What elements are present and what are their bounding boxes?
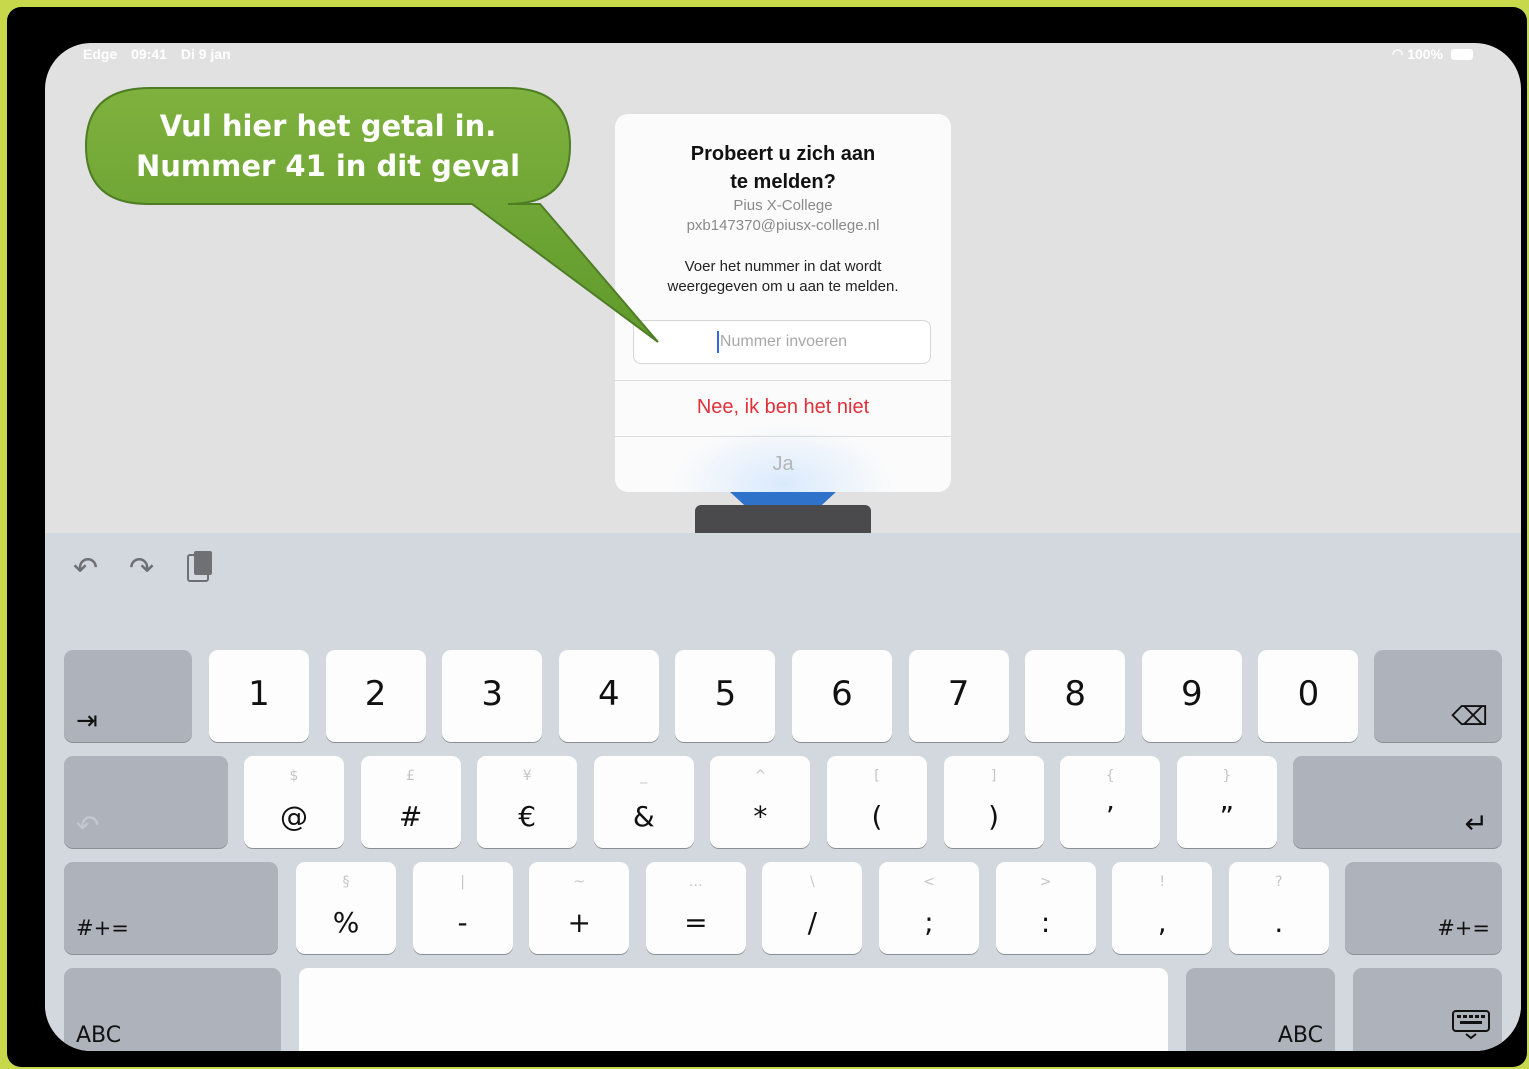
- callout-text: Vul hier het getal in. Nummer 41 in dit …: [135, 109, 521, 183]
